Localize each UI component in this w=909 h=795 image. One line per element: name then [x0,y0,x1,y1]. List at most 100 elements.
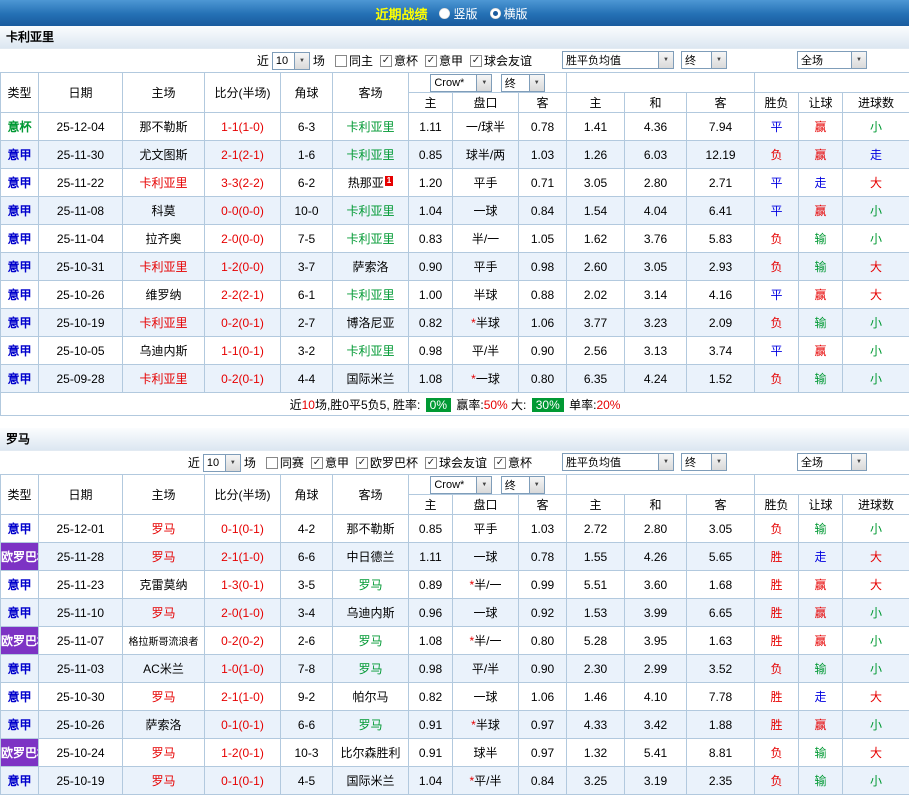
match-count-select[interactable]: 10▼ [272,52,310,70]
home-team-cell[interactable]: 卡利亚里 [123,365,205,393]
filter-checkbox[interactable]: ✓球会友谊 [470,52,532,69]
avg-time-select[interactable]: 终▼ [681,51,727,69]
corner-cell: 6-6 [281,543,333,571]
full-group-header [755,73,909,93]
away-team-cell[interactable]: 卡利亚里 [333,113,409,141]
away-favorite-star: * [469,634,474,648]
away-team-cell[interactable]: 国际米兰 [333,365,409,393]
match-row: 意甲25-12-01罗马0-1(0-1)4-2那不勒斯0.85平手1.032.7… [1,515,909,543]
home-team-cell[interactable]: 乌迪内斯 [123,337,205,365]
checkbox-label: 欧罗巴杯 [370,454,418,471]
avg-draw-cell: 4.24 [625,365,687,393]
home-team-cell[interactable]: 尤文图斯 [123,141,205,169]
away-team-cell[interactable]: 中日德兰 [333,543,409,571]
checkbox-icon[interactable]: ✓ [470,55,482,67]
col-score: 比分(半场) [205,73,281,113]
let-result-cell: 赢 [799,281,843,309]
league-cell: 意甲 [1,515,39,543]
home-team-cell[interactable]: 罗马 [123,767,205,795]
filter-checkbox[interactable]: 同主 [335,52,373,69]
goals-result-cell: 小 [843,337,909,365]
away-team-cell[interactable]: 卡利亚里 [333,281,409,309]
filter-checkbox[interactable]: ✓意甲 [311,454,349,471]
date-cell: 25-10-26 [39,281,123,309]
odds-time-select[interactable]: 终▼ [501,74,545,92]
home-team-cell[interactable]: 罗马 [123,515,205,543]
home-team-cell[interactable]: 格拉斯哥流浪者 [123,627,205,655]
away-team-cell[interactable]: 卡利亚里 [333,141,409,169]
avg-time-select[interactable]: 终▼ [681,453,727,471]
home-team-cell[interactable]: 萨索洛 [123,711,205,739]
score-cell: 3-3(2-2) [205,169,281,197]
away-team-cell[interactable]: 帕尔马 [333,683,409,711]
home-team-cell[interactable]: 罗马 [123,739,205,767]
filter-checkbox[interactable]: ✓球会友谊 [425,454,487,471]
away-team-cell[interactable]: 博洛尼亚 [333,309,409,337]
away-team-cell[interactable]: 卡利亚里 [333,225,409,253]
checkbox-icon[interactable] [335,55,347,67]
scope-select[interactable]: 全场▼ [797,453,867,471]
away-team-cell[interactable]: 那不勒斯 [333,515,409,543]
odds-source-header: Crow*▼ 终▼ [409,73,567,93]
odds-time-select[interactable]: 终▼ [501,476,545,494]
away-team-cell[interactable]: 罗马 [333,571,409,599]
filter-checkbox[interactable]: ✓意甲 [425,52,463,69]
result-cell: 胜 [755,627,799,655]
checkbox-icon[interactable]: ✓ [380,55,392,67]
odds-source-select[interactable]: Crow*▼ [430,476,492,494]
home-team-cell[interactable]: 克雷莫纳 [123,571,205,599]
home-team-cell[interactable]: 那不勒斯 [123,113,205,141]
home-team-cell[interactable]: 维罗纳 [123,281,205,309]
layout-option-vertical[interactable]: 竖版 [439,5,477,22]
summary-text: 20% [596,398,620,412]
away-team-cell[interactable]: 卡利亚里 [333,337,409,365]
avg-type-select[interactable]: 胜平负均值▼ [562,51,674,69]
handicap-cell: 一球 [453,683,519,711]
team-section-roma: 罗马 近 10▼ 场 同赛✓意甲✓欧罗巴杯✓球会友谊✓意杯 胜平负均值▼ 终▼ … [0,428,909,795]
scope-select[interactable]: 全场▼ [797,51,867,69]
date-cell: 25-11-22 [39,169,123,197]
filter-checkbox[interactable]: 同赛 [266,454,304,471]
checkbox-icon[interactable]: ✓ [425,457,437,469]
layout-option-horizontal[interactable]: 横版 [490,5,528,22]
odds-source-select[interactable]: Crow*▼ [430,74,492,92]
away-team-cell[interactable]: 罗马 [333,711,409,739]
away-team-cell[interactable]: 萨索洛 [333,253,409,281]
home-team-cell[interactable]: 卡利亚里 [123,309,205,337]
away-team-cell[interactable]: 乌迪内斯 [333,599,409,627]
away-team-cell[interactable]: 罗马 [333,655,409,683]
away-team-cell[interactable]: 卡利亚里 [333,197,409,225]
away-team-cell[interactable]: 热那亚1 [333,169,409,197]
away-team-cell[interactable]: 罗马 [333,627,409,655]
result-cell: 胜 [755,711,799,739]
match-count-select[interactable]: 10▼ [203,454,241,472]
radio-unchecked-icon[interactable] [439,8,450,19]
home-team-cell[interactable]: 科莫 [123,197,205,225]
filter-checkbox-group: 同赛✓意甲✓欧罗巴杯✓球会友谊✓意杯 [259,454,532,471]
checkbox-icon[interactable]: ✓ [311,457,323,469]
home-team-cell[interactable]: 卡利亚里 [123,169,205,197]
avg-away-cell: 7.78 [687,683,755,711]
home-team-cell[interactable]: 罗马 [123,683,205,711]
home-team-cell[interactable]: 罗马 [123,599,205,627]
away-team-cell[interactable]: 国际米兰 [333,767,409,795]
checkbox-icon[interactable]: ✓ [356,457,368,469]
home-team-cell[interactable]: 拉齐奥 [123,225,205,253]
filter-checkbox[interactable]: ✓意杯 [494,454,532,471]
home-team-cell[interactable]: 卡利亚里 [123,253,205,281]
filter-checkbox[interactable]: ✓意杯 [380,52,418,69]
home-odds-cell: 0.89 [409,571,453,599]
away-team-cell[interactable]: 比尔森胜利 [333,739,409,767]
chevron-down-icon: ▼ [851,454,866,470]
filter-checkbox[interactable]: ✓欧罗巴杯 [356,454,418,471]
home-team-cell[interactable]: 罗马 [123,543,205,571]
checkbox-icon[interactable]: ✓ [425,55,437,67]
radio-checked-icon[interactable] [490,8,501,19]
match-row: 意甲25-10-26维罗纳2-2(2-1)6-1卡利亚里1.00半球0.882.… [1,281,909,309]
corner-cell: 3-4 [281,599,333,627]
home-team-cell[interactable]: AC米兰 [123,655,205,683]
checkbox-icon[interactable]: ✓ [494,457,506,469]
home-odds-cell: 0.90 [409,253,453,281]
checkbox-icon[interactable] [266,457,278,469]
avg-type-select[interactable]: 胜平负均值▼ [562,453,674,471]
